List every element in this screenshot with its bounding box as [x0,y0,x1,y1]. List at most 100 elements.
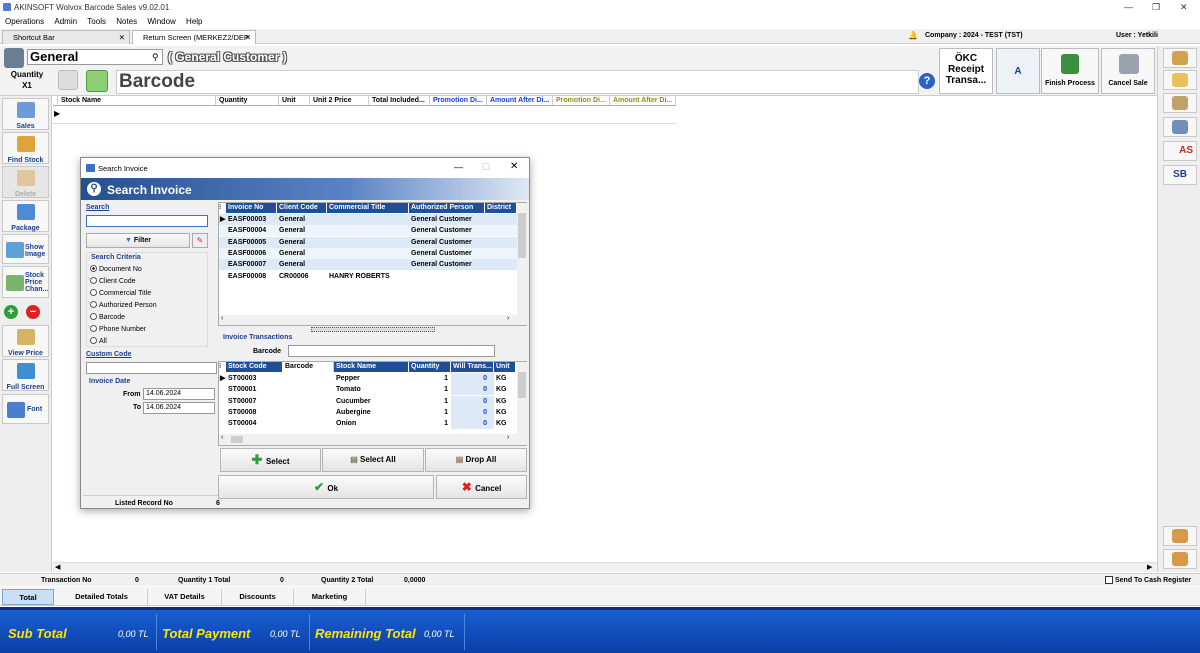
transaction-row[interactable]: ▶ ST00003 Pepper 1 0 KG [219,373,517,384]
tab-return-screen[interactable]: Return Screen (MERKEZ2/DEP ✕ [132,30,256,44]
scroll-right-icon[interactable]: › [507,434,509,441]
col-barcode[interactable]: Barcode [283,362,334,372]
scroll-thumb[interactable] [231,436,243,443]
invoice-vertical-scrollbar[interactable] [517,203,527,315]
a-button[interactable]: A [996,48,1040,94]
col-stock-code[interactable]: Stock Code [226,362,283,372]
col-quantity[interactable]: Quantity [216,96,279,106]
invoice-row[interactable]: EASF00007 General General Customer [219,259,517,271]
right-tool-3-button[interactable] [1163,93,1197,113]
col-district[interactable]: District [485,203,517,213]
scroll-thumb[interactable] [518,213,526,258]
tab-vat-details[interactable]: VAT Details [148,589,222,605]
menu-tools[interactable]: Tools [87,15,106,28]
col-authorized-person[interactable]: Authorized Person [409,203,485,213]
horizontal-scrollbar[interactable]: ◀ ▶ [53,562,1157,572]
sb-button[interactable]: SB [1163,165,1197,185]
invoice-row[interactable]: EASF00006 General General Customer [219,247,517,259]
transaction-row[interactable]: ST00001 Tomato 1 0 KG [219,384,517,396]
right-user-2-button[interactable] [1163,549,1197,569]
as-button[interactable]: AS [1163,141,1197,161]
scroll-left-icon[interactable]: ‹ [221,315,223,322]
col-commercial-title[interactable]: Commercial Title [327,203,409,213]
view-price-button[interactable]: View Price [2,325,49,357]
criteria-authorized-person-radio[interactable]: Authorized Person [90,301,157,309]
send-to-cash-register-checkbox[interactable] [1105,576,1113,584]
barcode-mode-icon[interactable] [86,70,108,92]
minus-icon[interactable]: − [26,305,40,319]
transaction-row[interactable]: ST00004 Onion 1 0 KG [219,418,517,430]
stock-price-change-button[interactable]: Stock Price Chan... [2,266,49,298]
tab-total[interactable]: Total [2,589,54,605]
maximize-icon[interactable]: ❐ [1152,2,1160,13]
right-tool-2-button[interactable] [1163,70,1197,90]
splitter-handle[interactable] [311,327,435,332]
package-button[interactable]: Package [2,200,49,232]
close-tab-icon[interactable]: ✕ [245,31,251,44]
clear-filter-icon[interactable]: ✎ [192,233,208,248]
tab-marketing[interactable]: Marketing [294,589,366,605]
transactions-vertical-scrollbar[interactable] [517,362,527,434]
col-unit[interactable]: Unit [279,96,310,106]
customer-group-field[interactable]: General [27,49,163,65]
help-icon[interactable]: ? [919,73,935,89]
select-all-button[interactable]: ▤ Select All [322,448,424,472]
col-promotion-discount-2[interactable]: Promotion Di... [553,96,610,106]
dialog-close-icon[interactable]: ✕ [510,161,518,172]
criteria-phone-number-radio[interactable]: Phone Number [90,325,146,333]
col-unit[interactable]: Unit [494,362,516,372]
criteria-barcode-radio[interactable]: Barcode [90,313,125,321]
col-quantity[interactable]: Quantity [409,362,451,372]
scroll-left-icon[interactable]: ‹ [221,434,223,441]
col-unit-2-price[interactable]: Unit 2 Price [310,96,369,106]
finish-process-button[interactable]: Finish Process [1041,48,1099,94]
scroll-thumb[interactable] [518,372,526,398]
menu-window[interactable]: Window [147,15,175,28]
scroll-right-icon[interactable]: › [507,315,509,322]
scroll-left-icon[interactable]: ◀ [55,563,60,571]
to-date-input[interactable]: 14.06.2024 [143,402,215,414]
custom-code-input[interactable] [86,362,217,374]
col-stock-name[interactable]: Stock Name [334,362,409,372]
cancel-button[interactable]: ✖ Cancel [436,475,527,499]
bell-icon[interactable]: 🔔 [908,31,918,40]
transaction-row[interactable]: ST00007 Cucumber 1 0 KG [219,395,517,407]
search-input[interactable] [86,215,208,227]
barcode-filter-input[interactable] [288,345,495,357]
dialog-minimize-icon[interactable]: — [454,162,463,172]
col-total-included[interactable]: Total Included... [369,96,430,106]
delete-button[interactable]: Delete [2,166,49,198]
full-screen-button[interactable]: Full Screen [2,359,49,391]
criteria-document-no-radio[interactable]: Document No [90,265,142,273]
menu-operations[interactable]: Operations [5,15,44,28]
criteria-client-code-radio[interactable]: Client Code [90,277,136,285]
criteria-all-radio[interactable]: All [90,337,107,345]
customer-icon[interactable] [4,48,24,68]
right-user-1-button[interactable] [1163,526,1197,546]
font-button[interactable]: Font [2,394,49,424]
invoice-row[interactable]: EASF00004 General General Customer [219,225,517,237]
transaction-row[interactable]: ST00008 Aubergine 1 0 KG [219,406,517,418]
col-invoice-no[interactable]: Invoice No [226,203,277,213]
close-icon[interactable]: ✕ [1180,2,1188,13]
criteria-commercial-title-radio[interactable]: Commercial Title [90,289,151,297]
minimize-icon[interactable]: — [1124,2,1133,12]
right-tool-1-button[interactable] [1163,48,1197,68]
menu-notes[interactable]: Notes [116,15,137,28]
filter-button[interactable]: ▼ Filter [86,233,190,248]
select-button[interactable]: ✚ Select [220,448,321,472]
tab-detailed-totals[interactable]: Detailed Totals [56,589,148,605]
col-will-transfer[interactable]: Will Trans... [451,362,494,372]
right-tool-4-button[interactable] [1163,117,1197,137]
scroll-right-icon[interactable]: ▶ [1147,563,1152,571]
tab-discounts[interactable]: Discounts [222,589,294,605]
okc-receipt-button[interactable]: ÖKC Receipt Transa... [939,48,993,94]
lookup-icon[interactable]: ⚲ [152,52,159,63]
invoice-horizontal-scrollbar[interactable]: ‹ › [219,315,527,325]
sales-button[interactable]: Sales [2,98,49,130]
col-stock-name[interactable]: Stock Name [58,96,216,106]
menu-admin[interactable]: Admin [54,15,77,28]
col-promotion-discount-1[interactable]: Promotion Di... [430,96,487,106]
from-date-input[interactable]: 14.06.2024 [143,388,215,400]
col-amount-after-discount-2[interactable]: Amount After Di... [610,96,676,106]
